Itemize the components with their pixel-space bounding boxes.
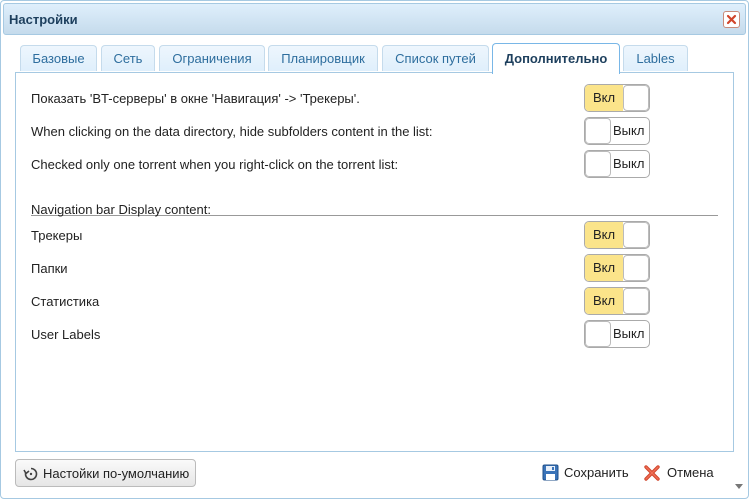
- tab-advanced[interactable]: Дополнительно: [492, 43, 620, 74]
- toggle-on-label: Вкл: [585, 255, 623, 281]
- nav-user-labels-label: User Labels: [31, 327, 101, 342]
- cancel-icon: [644, 465, 660, 481]
- option-single-check-toggle[interactable]: Выкл: [584, 150, 650, 178]
- nav-statistics-label: Статистика: [31, 294, 100, 309]
- toggle-off-label: Выкл: [613, 156, 645, 171]
- cancel-label: Отмена: [667, 465, 714, 480]
- toggle-knob: [585, 118, 611, 144]
- tab-network[interactable]: Сеть: [101, 45, 155, 71]
- toggle-knob: [585, 151, 611, 177]
- close-button[interactable]: [723, 11, 740, 28]
- close-icon: [726, 14, 737, 25]
- nav-statistics-toggle[interactable]: Вкл: [584, 287, 650, 315]
- reset-icon: [23, 467, 38, 481]
- option-show-bt-servers-label: Показать 'BT-серверы' в окне 'Навигация'…: [31, 91, 360, 106]
- dialog-content: Базовые Сеть Ограничения Планировщик Спи…: [3, 35, 746, 455]
- resize-grip-icon[interactable]: [734, 481, 744, 491]
- tab-basic[interactable]: Базовые: [20, 45, 97, 71]
- toggle-on-label: Вкл: [585, 288, 623, 314]
- nav-trackers-label: Трекеры: [31, 228, 83, 243]
- toggle-knob: [623, 255, 649, 281]
- toggle-on-label: Вкл: [585, 222, 623, 248]
- tab-bar: Базовые Сеть Ограничения Планировщик Спи…: [15, 43, 734, 74]
- toggle-knob: [623, 85, 649, 111]
- restore-defaults-label: Настойки по-умолчанию: [43, 466, 190, 481]
- advanced-panel: Показать 'BT-серверы' в окне 'Навигация'…: [15, 72, 734, 452]
- restore-defaults-button[interactable]: Настойки по-умолчанию: [15, 459, 196, 487]
- save-icon: [542, 464, 559, 481]
- nav-trackers-toggle[interactable]: Вкл: [584, 221, 650, 249]
- toggle-off-label: Выкл: [613, 326, 645, 341]
- dialog-title: Настройки: [9, 12, 78, 27]
- title-bar[interactable]: Настройки: [3, 3, 746, 35]
- toggle-knob: [585, 321, 611, 347]
- nav-folders-toggle[interactable]: Вкл: [584, 254, 650, 282]
- toggle-off-label: Выкл: [613, 123, 645, 138]
- tab-labels[interactable]: Lables: [623, 45, 688, 71]
- option-hide-subfolders-toggle[interactable]: Выкл: [584, 117, 650, 145]
- nav-user-labels-toggle[interactable]: Выкл: [584, 320, 650, 348]
- toggle-on-label: Вкл: [585, 85, 623, 111]
- settings-dialog: Настройки Базовые Сеть Ограничения Плани…: [0, 0, 749, 499]
- toggle-knob: [623, 222, 649, 248]
- dialog-footer: Настойки по-умолчанию Сохранить Отмена: [3, 457, 746, 495]
- tab-paths[interactable]: Список путей: [382, 45, 489, 71]
- option-hide-subfolders-label: When clicking on the data directory, hid…: [31, 124, 433, 139]
- save-label: Сохранить: [564, 465, 629, 480]
- option-single-check-label: Checked only one torrent when you right-…: [31, 157, 399, 172]
- toggle-knob: [623, 288, 649, 314]
- option-show-bt-servers-toggle[interactable]: Вкл: [584, 84, 650, 112]
- tab-scheduler[interactable]: Планировщик: [268, 45, 378, 71]
- navigation-heading: Navigation bar Display content:: [31, 202, 211, 217]
- tab-limits[interactable]: Ограничения: [159, 45, 265, 71]
- nav-folders-label: Папки: [31, 261, 68, 276]
